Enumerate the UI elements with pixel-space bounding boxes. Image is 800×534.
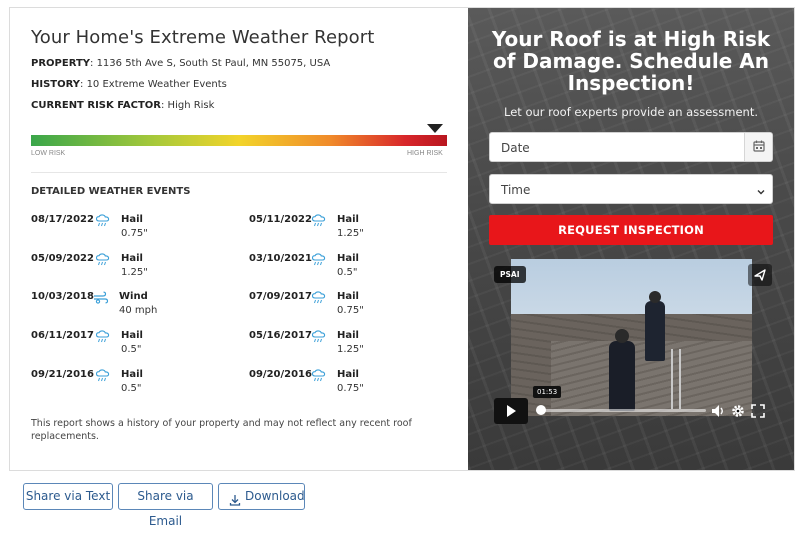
property-label: PROPERTY (31, 58, 91, 69)
hail-icon (95, 369, 111, 383)
wind-icon (93, 291, 109, 305)
weather-event: 05/16/2017 Hail 1.25" (249, 330, 449, 360)
events-heading: DETAILED WEATHER EVENTS (31, 186, 191, 197)
risk-level-marker (426, 124, 443, 133)
event-amount: 0.75" (337, 383, 364, 394)
share-icon[interactable] (748, 264, 772, 286)
calendar-icon[interactable] (744, 133, 772, 161)
weather-event: 03/10/2021 Hail 0.5" (249, 253, 449, 283)
risk-gradient-bar (31, 135, 447, 146)
event-amount: 0.75" (337, 305, 364, 316)
risk-factor-value: : High Risk (161, 100, 215, 111)
time-placeholder: Time (501, 183, 531, 197)
settings-gear-icon[interactable] (730, 403, 746, 419)
event-amount: 1.25" (121, 267, 148, 278)
event-date: 05/09/2022 (31, 253, 94, 264)
weather-event: 10/03/2018 Wind 40 mph (31, 291, 231, 321)
event-type: Hail (337, 214, 359, 225)
event-type: Hail (337, 369, 359, 380)
event-amount: 0.75" (121, 228, 148, 239)
event-date: 06/11/2017 (31, 330, 94, 341)
history-value: : 10 Extreme Weather Events (80, 79, 227, 90)
weather-event: 06/11/2017 Hail 0.5" (31, 330, 231, 360)
date-field[interactable]: Date (489, 132, 773, 162)
event-date: 05/16/2017 (249, 330, 312, 341)
section-divider (31, 172, 447, 173)
hail-icon (311, 214, 327, 228)
event-type: Hail (121, 253, 143, 264)
event-date: 03/10/2021 (249, 253, 312, 264)
event-date: 08/17/2022 (31, 214, 94, 225)
video-seek-bar[interactable] (536, 409, 706, 412)
event-type: Hail (337, 330, 359, 341)
share-via-email-button[interactable]: Share via Email (118, 483, 213, 528)
event-type: Hail (121, 330, 143, 341)
video-seek-handle[interactable] (536, 405, 546, 415)
request-inspection-button[interactable]: REQUEST INSPECTION (489, 215, 773, 245)
report-panel: Your Home's Extreme Weather Report PROPE… (10, 8, 468, 470)
report-disclaimer: This report shows a history of your prop… (31, 418, 412, 442)
property-value: : 1136 5th Ave S, South St Paul, MN 5507… (90, 58, 331, 69)
chevron-down-icon (756, 184, 766, 195)
risk-factor-label: CURRENT RISK FACTOR (31, 100, 161, 111)
share-via-text-button[interactable]: Share via Text (23, 483, 113, 510)
event-date: 09/21/2016 (31, 369, 94, 380)
weather-event: 07/09/2017 Hail 0.75" (249, 291, 449, 321)
video-time-tooltip: 01:53 (533, 386, 562, 398)
event-amount: 0.5" (121, 383, 142, 394)
download-button[interactable]: Download (218, 483, 305, 510)
weather-event: 05/09/2022 Hail 1.25" (31, 253, 231, 283)
weather-report-card: Your Home's Extreme Weather Report PROPE… (9, 7, 795, 471)
hail-icon (311, 369, 327, 383)
weather-event: 05/11/2022 Hail 1.25" (249, 214, 449, 244)
download-icon (229, 490, 241, 506)
video-controls: 01:53 (494, 386, 774, 424)
history-line: HISTORY: 10 Extreme Weather Events (31, 79, 227, 90)
weather-event: 09/21/2016 Hail 0.5" (31, 369, 231, 399)
hail-icon (95, 214, 111, 228)
time-select[interactable]: Time (489, 174, 773, 204)
property-line: PROPERTY: 1136 5th Ave S, South St Paul,… (31, 58, 330, 69)
cta-title: Your Roof is at High Risk of Damage. Sch… (491, 27, 771, 95)
event-type: Hail (337, 253, 359, 264)
event-type: Hail (121, 369, 143, 380)
hail-icon (95, 330, 111, 344)
download-label: Download (245, 489, 305, 503)
video-channel-badge: PSAI (494, 266, 526, 283)
event-date: 10/03/2018 (31, 291, 94, 302)
risk-factor-line: CURRENT RISK FACTOR: High Risk (31, 100, 214, 111)
inspection-cta-panel: Your Roof is at High Risk of Damage. Sch… (468, 8, 794, 470)
event-amount: 1.25" (337, 344, 364, 355)
hail-icon (311, 253, 327, 267)
play-icon[interactable] (494, 398, 528, 424)
risk-high-label: HIGH RISK (407, 150, 443, 157)
event-date: 09/20/2016 (249, 369, 312, 380)
event-amount: 0.5" (121, 344, 142, 355)
weather-event: 09/20/2016 Hail 0.75" (249, 369, 449, 399)
hail-icon (311, 330, 327, 344)
risk-low-label: LOW RISK (31, 150, 66, 157)
event-date: 07/09/2017 (249, 291, 312, 302)
report-title: Your Home's Extreme Weather Report (31, 27, 375, 48)
hail-icon (95, 253, 111, 267)
event-type: Hail (121, 214, 143, 225)
weather-event: 08/17/2022 Hail 0.75" (31, 214, 231, 244)
event-amount: 1.25" (337, 228, 364, 239)
event-amount: 0.5" (337, 267, 358, 278)
hail-icon (311, 291, 327, 305)
cta-subtitle: Let our roof experts provide an assessme… (504, 105, 758, 119)
event-type: Hail (337, 291, 359, 302)
event-date: 05/11/2022 (249, 214, 312, 225)
fullscreen-icon[interactable] (750, 403, 766, 419)
volume-icon[interactable] (710, 403, 726, 419)
event-amount: 40 mph (119, 305, 158, 316)
event-type: Wind (119, 291, 148, 302)
history-label: HISTORY (31, 79, 81, 90)
date-placeholder: Date (501, 141, 530, 155)
video-worker-standing (645, 291, 665, 361)
